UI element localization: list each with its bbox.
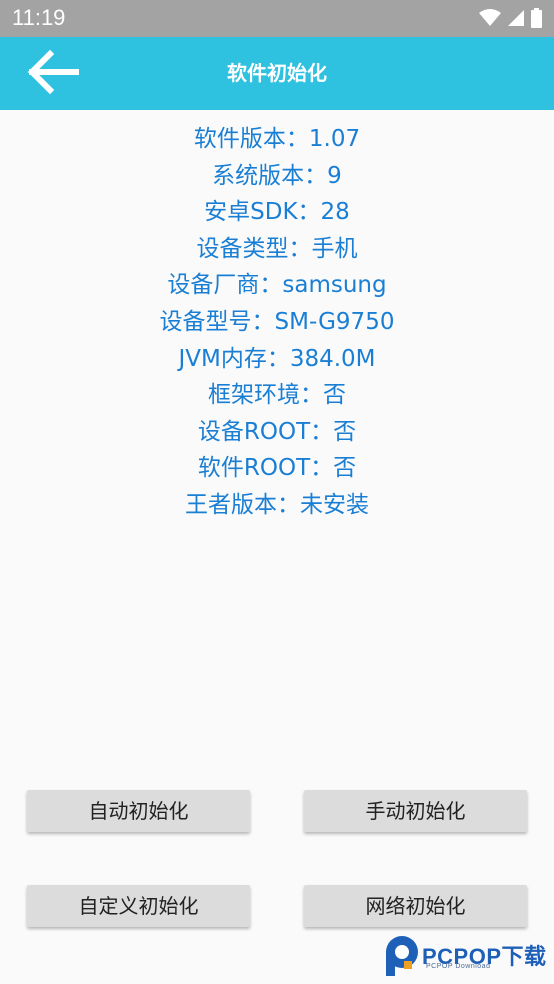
wifi-icon (479, 9, 501, 27)
network-init-button[interactable]: 网络初始化 (304, 885, 527, 927)
info-manufacturer: 设备厂商：samsung (167, 272, 387, 299)
pcpop-watermark: PCPOP下载 PCPOP Download (382, 933, 552, 977)
arrow-left-icon (26, 49, 80, 98)
info-framework-env: 框架环境：否 (208, 382, 346, 409)
info-device-model: 设备型号：SM-G9750 (159, 308, 395, 335)
status-icons (479, 8, 542, 28)
info-device-type: 设备类型：手机 (196, 235, 358, 262)
info-device-root: 设备ROOT：否 (197, 418, 357, 445)
app-bar: 软件初始化 (0, 37, 554, 110)
pcpop-logo-icon (382, 933, 422, 977)
custom-init-button[interactable]: 自定义初始化 (27, 885, 250, 927)
manual-init-button[interactable]: 手动初始化 (304, 790, 527, 832)
back-button[interactable] (22, 49, 84, 98)
info-system-version: 系统版本：9 (212, 162, 342, 189)
info-software-version: 软件版本：1.07 (193, 126, 361, 152)
info-software-root: 软件ROOT：否 (197, 455, 357, 482)
status-time: 11:19 (12, 5, 66, 30)
battery-icon (531, 8, 542, 28)
info-game-version: 王者版本：未安装 (185, 491, 369, 518)
device-info-list: 软件版本：1.07 系统版本：9 安卓SDK：28 设备类型：手机 设备厂商：s… (0, 121, 554, 524)
status-bar: 11:19 (0, 0, 554, 37)
signal-icon (507, 9, 525, 27)
info-jvm-memory: JVM内存：384.0M (178, 345, 376, 372)
info-android-sdk: 安卓SDK：28 (204, 199, 350, 226)
auto-init-button[interactable]: 自动初始化 (27, 790, 250, 832)
watermark-subtitle: PCPOP Download (426, 963, 491, 970)
